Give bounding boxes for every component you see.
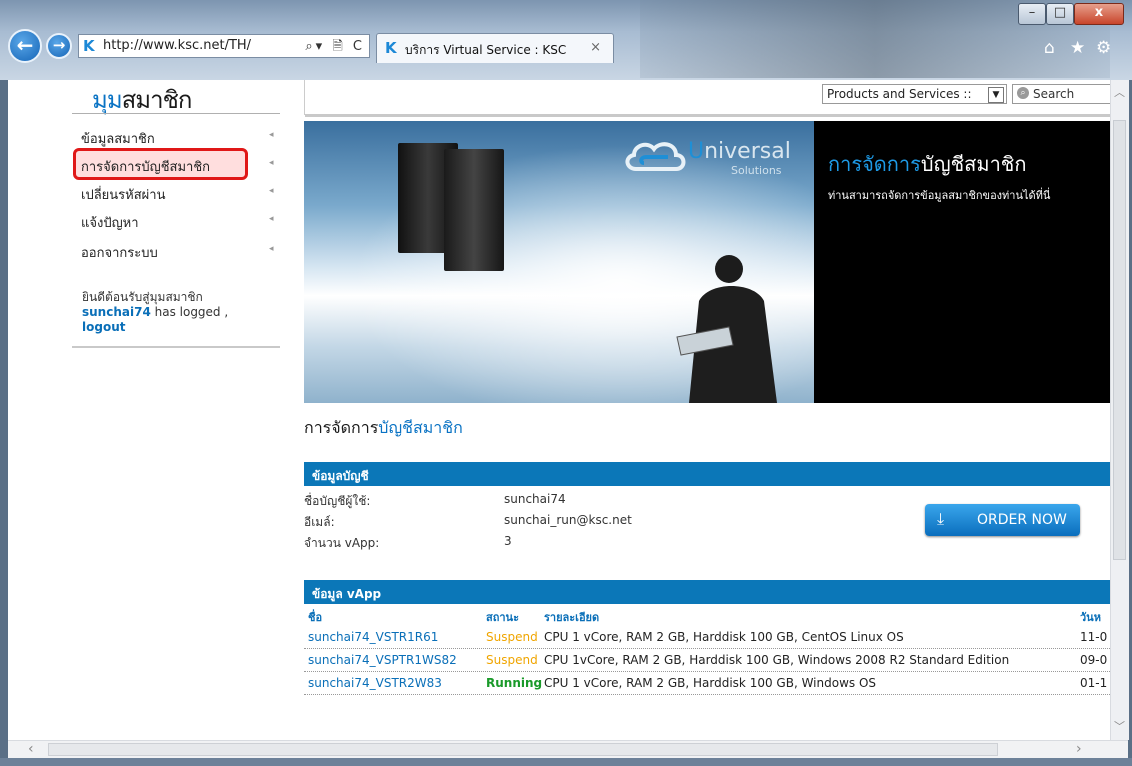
chevron-left-icon: ◂ — [269, 186, 274, 196]
logout-link[interactable]: logout — [82, 320, 272, 335]
close-icon: x — [1094, 5, 1104, 20]
browser-tab[interactable]: K บริการ Virtual Service : KSC × — [376, 33, 614, 63]
forward-arrow-icon: → — [52, 36, 66, 54]
logged-text: has logged , — [150, 305, 229, 319]
account-value: 3 — [504, 534, 512, 548]
chevron-left-icon: ◂ — [269, 214, 274, 224]
table-row: sunchai74_VSPTR1WS82 Suspend CPU 1vCore,… — [304, 649, 1110, 672]
vapp-detail: CPU 1 vCore, RAM 2 GB, Harddisk 100 GB, … — [544, 676, 877, 690]
favorites-icon[interactable]: ★ — [1070, 38, 1085, 58]
account-value: sunchai_run@ksc.net — [504, 513, 632, 527]
status-badge: Suspend — [486, 653, 538, 667]
column-header-status: สถานะ — [486, 611, 519, 624]
sidebar-item-account-management[interactable]: การจัดการบัญชีสมาชิก ◂ — [81, 156, 281, 177]
chevron-left-icon: ◂ — [269, 244, 274, 254]
tab-close-icon[interactable]: × — [590, 40, 601, 55]
site-favicon-icon: K — [83, 37, 95, 55]
vertical-scroll-thumb[interactable] — [1113, 120, 1126, 560]
search-placeholder: Search — [1033, 87, 1075, 101]
sidebar-item-report-problem[interactable]: แจ้งปัญหา ◂ — [81, 212, 281, 233]
welcome-text: ยินดีต้อนรับสู่มุมสมาชิก — [82, 290, 203, 304]
table-row: sunchai74_VSTR1R61 Suspend CPU 1 vCore, … — [304, 626, 1110, 649]
banner-image: Universal Solutions — [304, 121, 814, 403]
back-arrow-icon: ← — [16, 33, 34, 57]
tab-title: บริการ Virtual Service : KSC — [405, 43, 567, 57]
scroll-right-icon[interactable]: › — [1076, 741, 1082, 757]
chevron-left-icon: ◂ — [269, 158, 274, 168]
vapp-name-link[interactable]: sunchai74_VSTR2W83 — [308, 676, 442, 690]
vapp-date: 11-0 — [1080, 630, 1108, 644]
download-arrow-icon: ⤓ — [937, 509, 945, 528]
vapp-date: 01-1 — [1080, 676, 1108, 690]
chevron-down-icon[interactable]: ▼ — [988, 87, 1004, 103]
search-icon: ⌕ — [1017, 87, 1029, 99]
search-input[interactable]: ⌕ Search — [1012, 84, 1110, 104]
page-viewport: มุมสมาชิก Products and Services :: ▼ ⌕ S… — [8, 80, 1110, 740]
vapp-detail: CPU 1 vCore, RAM 2 GB, Harddisk 100 GB, … — [544, 630, 904, 644]
close-button[interactable]: x — [1074, 3, 1124, 25]
back-button[interactable]: ← — [8, 29, 42, 63]
maximize-button[interactable]: □ — [1046, 3, 1074, 25]
banner-title: การจัดการบัญชีสมาชิก — [828, 152, 1027, 176]
search-dropdown-icon[interactable]: ⌕ — [305, 39, 315, 54]
vapp-detail: CPU 1vCore, RAM 2 GB, Harddisk 100 GB, W… — [544, 653, 1010, 667]
banner-logo-text: Universal — [688, 139, 791, 164]
vapp-name-link[interactable]: sunchai74_VSTR1R61 — [308, 630, 438, 644]
table-row: sunchai74_VSTR2W83 Running CPU 1 vCore, … — [304, 672, 1110, 695]
header-separator — [304, 80, 305, 115]
vapp-name-link[interactable]: sunchai74_VSPTR1WS82 — [308, 653, 457, 667]
account-label: อีเมล์: — [304, 515, 335, 529]
minimize-button[interactable]: – — [1018, 3, 1046, 25]
header-underline — [305, 114, 1110, 117]
sidebar-item-member-info[interactable]: ข้อมูลสมาชิก ◂ — [81, 128, 281, 149]
forward-button[interactable]: → — [46, 33, 72, 59]
chevron-left-icon: ◂ — [269, 130, 274, 140]
account-section-header: ข้อมูลบัญชี — [304, 462, 1110, 486]
products-select-value: Products and Services :: — [827, 87, 972, 101]
sidebar-item-logout[interactable]: ออกจากระบบ ◂ — [81, 242, 281, 263]
server-illustration — [444, 149, 504, 271]
settings-icon[interactable]: ⚙ — [1096, 38, 1111, 58]
cloud-logo-icon — [625, 142, 686, 171]
banner-logo-subtext: Solutions — [731, 164, 782, 177]
account-label: ชื่อบัญชีผู้ใช้: — [304, 494, 371, 508]
address-url[interactable]: http://www.ksc.net/TH/ — [103, 38, 251, 53]
home-icon[interactable]: ⌂ — [1044, 38, 1055, 58]
welcome-divider — [72, 346, 280, 348]
status-badge: Suspend — [486, 630, 538, 644]
column-header-date: วันห — [1080, 611, 1101, 624]
vapp-section-header: ข้อมูล vApp — [304, 580, 1110, 604]
username-link[interactable]: sunchai74 — [82, 305, 151, 319]
minimize-icon: – — [1028, 5, 1036, 20]
page-title: การจัดการบัญชีสมาชิก — [304, 418, 463, 437]
welcome-box: ยินดีต้อนรับสู่มุมสมาชิก sunchai74 has l… — [82, 290, 272, 335]
tab-favicon-icon: K — [385, 39, 397, 57]
scroll-down-icon[interactable]: ﹀ — [1114, 718, 1125, 734]
address-bar[interactable]: K http://www.ksc.net/TH/ ⌕▾ 🗎 C — [78, 34, 370, 58]
column-header-name: ชื่อ — [308, 611, 323, 624]
scroll-left-icon[interactable]: ‹ — [28, 741, 34, 757]
maximize-icon: □ — [1053, 5, 1067, 20]
sidebar-item-change-password[interactable]: เปลี่ยนรหัสผ่าน ◂ — [81, 184, 281, 205]
horizontal-scrollbar[interactable]: ‹ › — [8, 740, 1128, 759]
banner-subtitle: ท่านสามารถจัดการข้อมูลสมาชิกของท่านได้ที… — [828, 189, 1051, 202]
account-value: sunchai74 — [504, 492, 566, 506]
products-select[interactable]: Products and Services :: ▼ — [822, 84, 1007, 104]
window-bottom-frame — [0, 758, 1132, 766]
account-label: จำนวน vApp: — [304, 536, 380, 550]
brand-divider — [72, 113, 280, 114]
address-tools[interactable]: ⌕▾ 🗎 C — [305, 37, 365, 59]
order-now-button[interactable]: ⤓ ORDER NOW — [925, 504, 1080, 536]
vapp-date: 09-0 — [1080, 653, 1108, 667]
scroll-up-icon[interactable]: ︿ — [1114, 84, 1125, 100]
horizontal-scroll-thumb[interactable] — [48, 743, 998, 756]
vertical-scrollbar[interactable]: ︿ ﹀ — [1110, 80, 1129, 740]
businessman-illustration — [676, 255, 777, 403]
status-badge: Running — [486, 676, 543, 690]
column-header-detail: รายละเอียด — [544, 611, 600, 624]
